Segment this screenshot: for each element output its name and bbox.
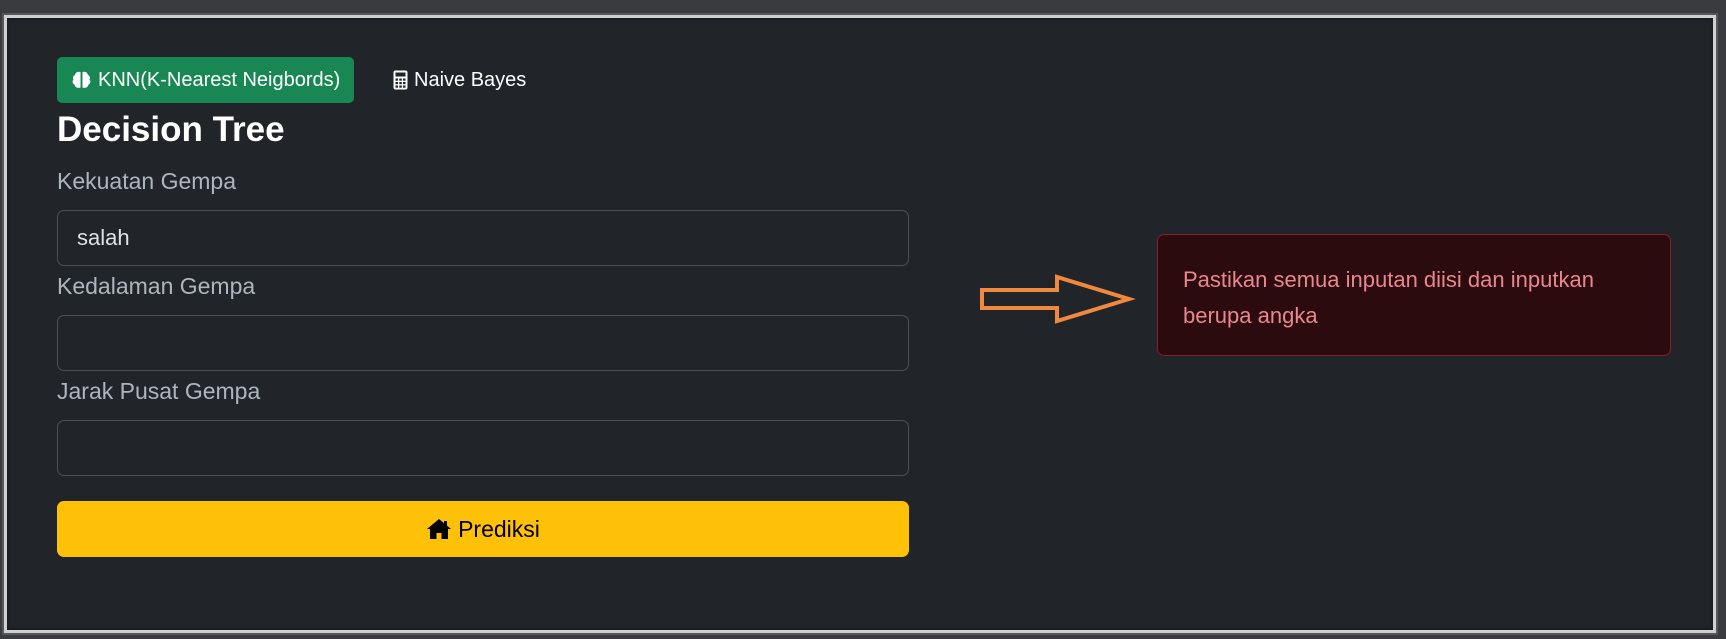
brain-icon — [71, 70, 92, 90]
knn-tab-label: KNN(K-Nearest Neigbords) — [98, 68, 341, 91]
naive-bayes-tab-button[interactable]: Naive Bayes — [393, 57, 526, 103]
home-icon — [426, 518, 452, 540]
jarak-pusat-gempa-input[interactable] — [57, 420, 909, 476]
knn-tab-button[interactable]: KNN(K-Nearest Neigbords) — [57, 57, 355, 103]
kekuatan-gempa-input[interactable] — [57, 210, 909, 266]
jarak-pusat-gempa-label: Jarak Pusat Gempa — [57, 378, 261, 404]
page-title: Decision Tree — [57, 110, 285, 149]
kekuatan-gempa-label: Kekuatan Gempa — [57, 168, 237, 194]
kedalaman-gempa-label: Kedalaman Gempa — [57, 273, 256, 299]
kedalaman-gempa-input[interactable] — [57, 315, 909, 371]
prediksi-button[interactable]: Prediksi — [57, 501, 909, 557]
arrow-right-icon — [977, 272, 1137, 333]
validation-alert: Pastikan semua inputan diisi dan inputka… — [1157, 234, 1671, 356]
validation-alert-message: Pastikan semua inputan diisi dan inputka… — [1183, 267, 1594, 328]
calculator-icon — [393, 70, 408, 90]
naive-bayes-tab-label: Naive Bayes — [414, 68, 527, 91]
app-window: KNN(K-Nearest Neigbords) Naive Bayes Dec… — [4, 15, 1716, 633]
prediksi-button-label: Prediksi — [458, 515, 540, 542]
